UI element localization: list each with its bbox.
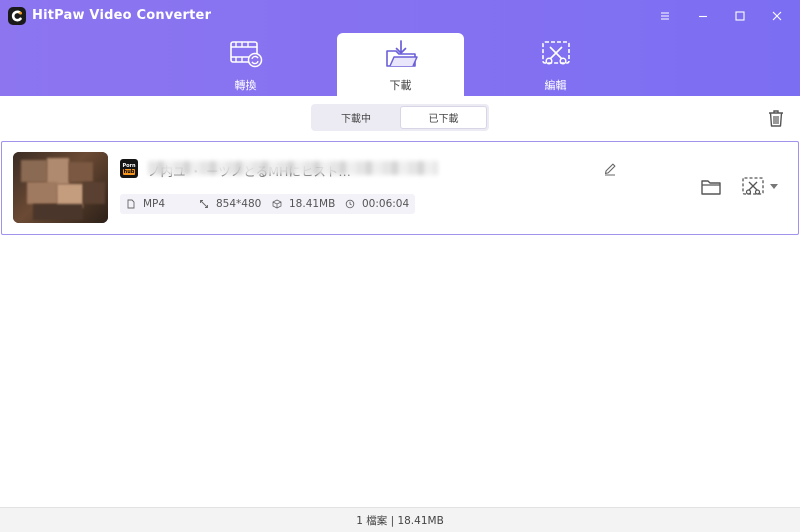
header-bar: HitPaw Video Converter 轉換 下載 編輯: [0, 0, 800, 96]
rename-pencil-icon[interactable]: [603, 162, 617, 176]
duration-value: 00:06:04: [362, 198, 410, 210]
tab-edit-label: 編輯: [544, 79, 567, 92]
downloaded-tab[interactable]: 已下載: [400, 106, 487, 129]
file-meta-bar: MP4 854*480 18.41MB 00:06:04: [120, 194, 415, 214]
video-thumbnail[interactable]: [13, 152, 108, 223]
close-icon[interactable]: [764, 6, 790, 26]
app-logo-icon: [8, 7, 26, 25]
edit-scissors-action-icon[interactable]: [741, 176, 765, 198]
size-meta: 18.41MB: [272, 198, 335, 210]
source-badge-top: Porn: [122, 162, 136, 169]
file-name-blur: [148, 161, 438, 175]
duration-meta: 00:06:04: [345, 198, 409, 210]
clock-icon: [345, 199, 355, 209]
status-bar: 1 檔案 | 18.41MB: [0, 507, 800, 532]
menu-icon[interactable]: [652, 6, 678, 26]
downloading-tab[interactable]: 下載中: [313, 106, 399, 129]
download-status-toggle: 下載中 已下載: [311, 104, 489, 131]
tab-download[interactable]: 下載: [337, 33, 464, 96]
app-title: HitPaw Video Converter: [32, 8, 212, 23]
resize-icon: [200, 200, 208, 208]
download-folder-icon: [385, 40, 418, 67]
minimize-icon[interactable]: [690, 6, 716, 26]
chevron-down-icon[interactable]: [770, 184, 778, 190]
resolution-meta: 854*480: [199, 198, 261, 210]
trash-icon[interactable]: [766, 108, 786, 128]
download-list-item[interactable]: Porn hub ノ内ユ ・ ーツノとるMHにヒスト… MP4 854*480 …: [1, 141, 799, 235]
edit-scissors-icon: [541, 41, 570, 65]
file-icon: [127, 199, 135, 209]
tab-convert-label: 轉換: [234, 79, 257, 92]
open-folder-icon[interactable]: [700, 177, 722, 197]
format-meta: MP4: [126, 198, 165, 210]
format-value: MP4: [143, 198, 166, 210]
tab-convert[interactable]: 轉換: [182, 33, 309, 96]
box-icon: [272, 199, 282, 209]
tab-download-label: 下載: [389, 79, 412, 92]
size-value: 18.41MB: [289, 198, 336, 210]
status-text: 1 檔案 | 18.41MB: [356, 514, 444, 527]
source-badge-bottom: hub: [122, 168, 136, 175]
maximize-icon[interactable]: [727, 6, 753, 26]
tab-edit[interactable]: 編輯: [492, 33, 619, 96]
source-site-badge: Porn hub: [120, 159, 138, 178]
resolution-value: 854*480: [216, 198, 262, 210]
app-window: HitPaw Video Converter 轉換 下載 編輯 下載中 已下載 …: [0, 0, 800, 532]
convert-film-icon: [229, 41, 262, 68]
